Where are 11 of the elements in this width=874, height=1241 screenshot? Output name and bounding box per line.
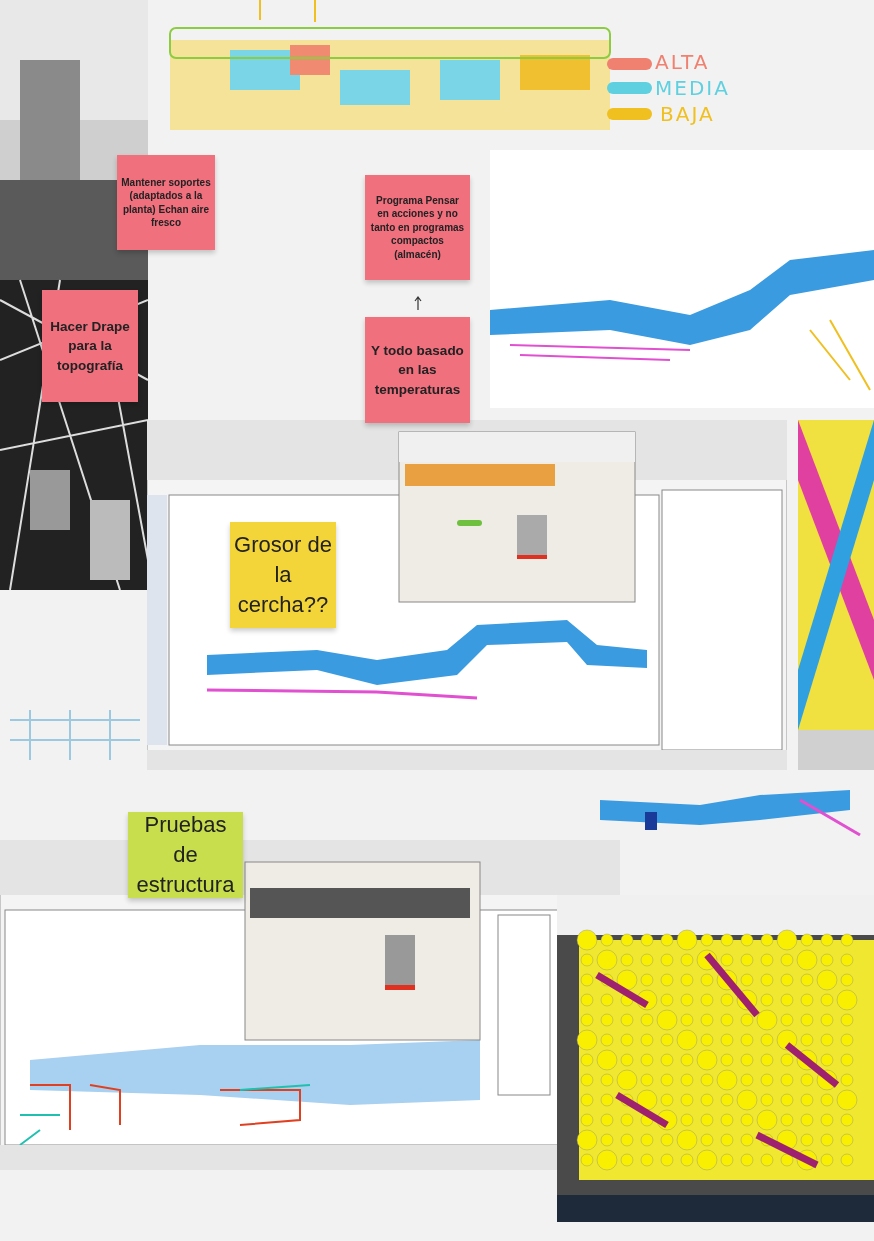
sticky-note[interactable]: Y todo basado en las temperaturas [365, 317, 470, 423]
sticky-note[interactable]: Programa Pensar en acciones y no tanto en programas compactos (almacén) [365, 175, 470, 280]
sticky-note[interactable]: Hacer Drape para la topografía [42, 290, 138, 402]
legend-label: BAJA [660, 102, 715, 126]
legend-swatches-drawing [607, 58, 652, 120]
sticky-note[interactable]: Grosor de la cercha?? [230, 522, 336, 628]
arrow-icon [414, 296, 422, 310]
sticky-note[interactable]: Mantener soportes (adaptados a la planta) Echan aire fresco [117, 155, 215, 250]
legend-label: ALTA [655, 50, 710, 74]
sticky-note[interactable]: Pruebas de estructura [128, 812, 243, 898]
legend-label: MEDIA [655, 76, 730, 100]
